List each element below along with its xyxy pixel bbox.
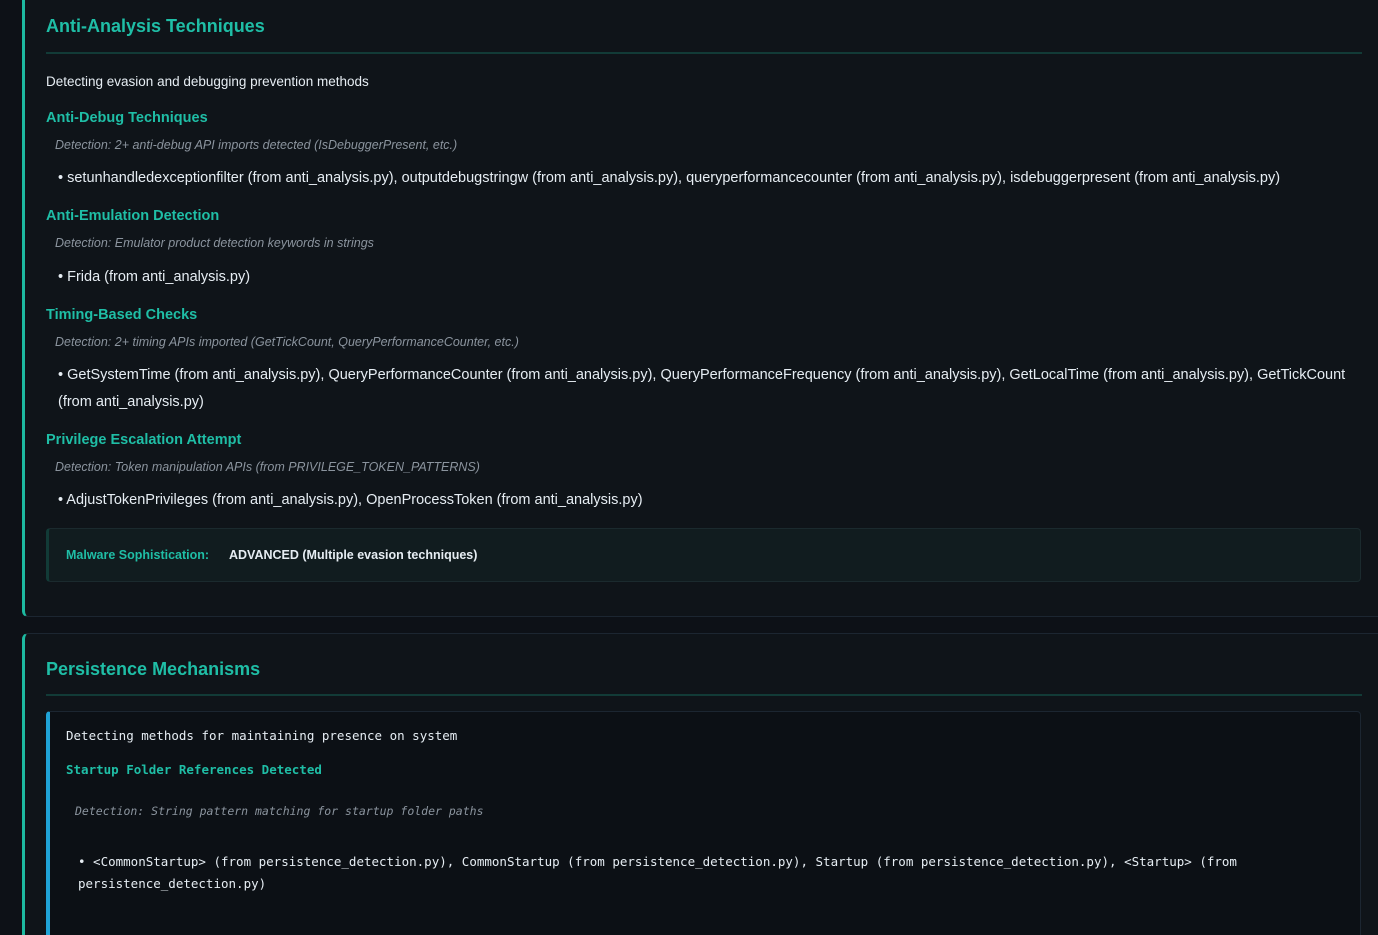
startup-folder-items: • <CommonStartup> (from persistence_dete… [78, 854, 1237, 891]
section-divider [46, 694, 1362, 696]
anti-emulation-heading: Anti-Emulation Detection [46, 208, 220, 224]
startup-folder-heading: Startup Folder References Detected [66, 762, 322, 777]
section-description: Detecting evasion and debugging preventi… [46, 74, 369, 89]
anti-debug-items: • setunhandledexceptionfilter (from anti… [58, 170, 1281, 186]
anti-emulation-detection: Detection: Emulator product detection ke… [55, 236, 374, 250]
anti-debug-heading: Anti-Debug Techniques [46, 110, 208, 126]
anti-analysis-section: Anti-Analysis Techniques Detecting evasi… [22, 0, 1378, 617]
sophistication-box: Malware Sophistication: ADVANCED (Multip… [46, 528, 1361, 582]
sophistication-label: Malware Sophistication: [66, 548, 210, 562]
timing-checks-items: • GetSystemTime (from anti_analysis.py),… [58, 367, 1346, 410]
privilege-escalation-items: • AdjustTokenPrivileges (from anti_analy… [58, 492, 643, 508]
anti-emulation-items: • Frida (from anti_analysis.py) [58, 269, 251, 285]
persistence-section: Persistence Mechanisms Detecting methods… [22, 633, 1378, 935]
section-title: Persistence Mechanisms [46, 659, 261, 679]
section-divider [46, 52, 1362, 54]
section-title: Anti-Analysis Techniques [46, 16, 265, 36]
startup-folder-detection: Detection: String pattern matching for s… [75, 804, 484, 818]
anti-debug-detection: Detection: 2+ anti-debug API imports det… [55, 138, 458, 152]
persistence-description: Detecting methods for maintaining presen… [66, 728, 458, 743]
timing-checks-detection: Detection: 2+ timing APIs imported (GetT… [55, 335, 519, 349]
report-page: Anti-Analysis Techniques Detecting evasi… [0, 0, 1378, 935]
privilege-escalation-detection: Detection: Token manipulation APIs (from… [55, 460, 480, 474]
timing-checks-heading: Timing-Based Checks [46, 307, 198, 323]
persistence-details-box: Detecting methods for maintaining presen… [46, 711, 1361, 935]
privilege-escalation-heading: Privilege Escalation Attempt [46, 432, 242, 448]
sophistication-value: ADVANCED (Multiple evasion techniques) [229, 548, 478, 562]
